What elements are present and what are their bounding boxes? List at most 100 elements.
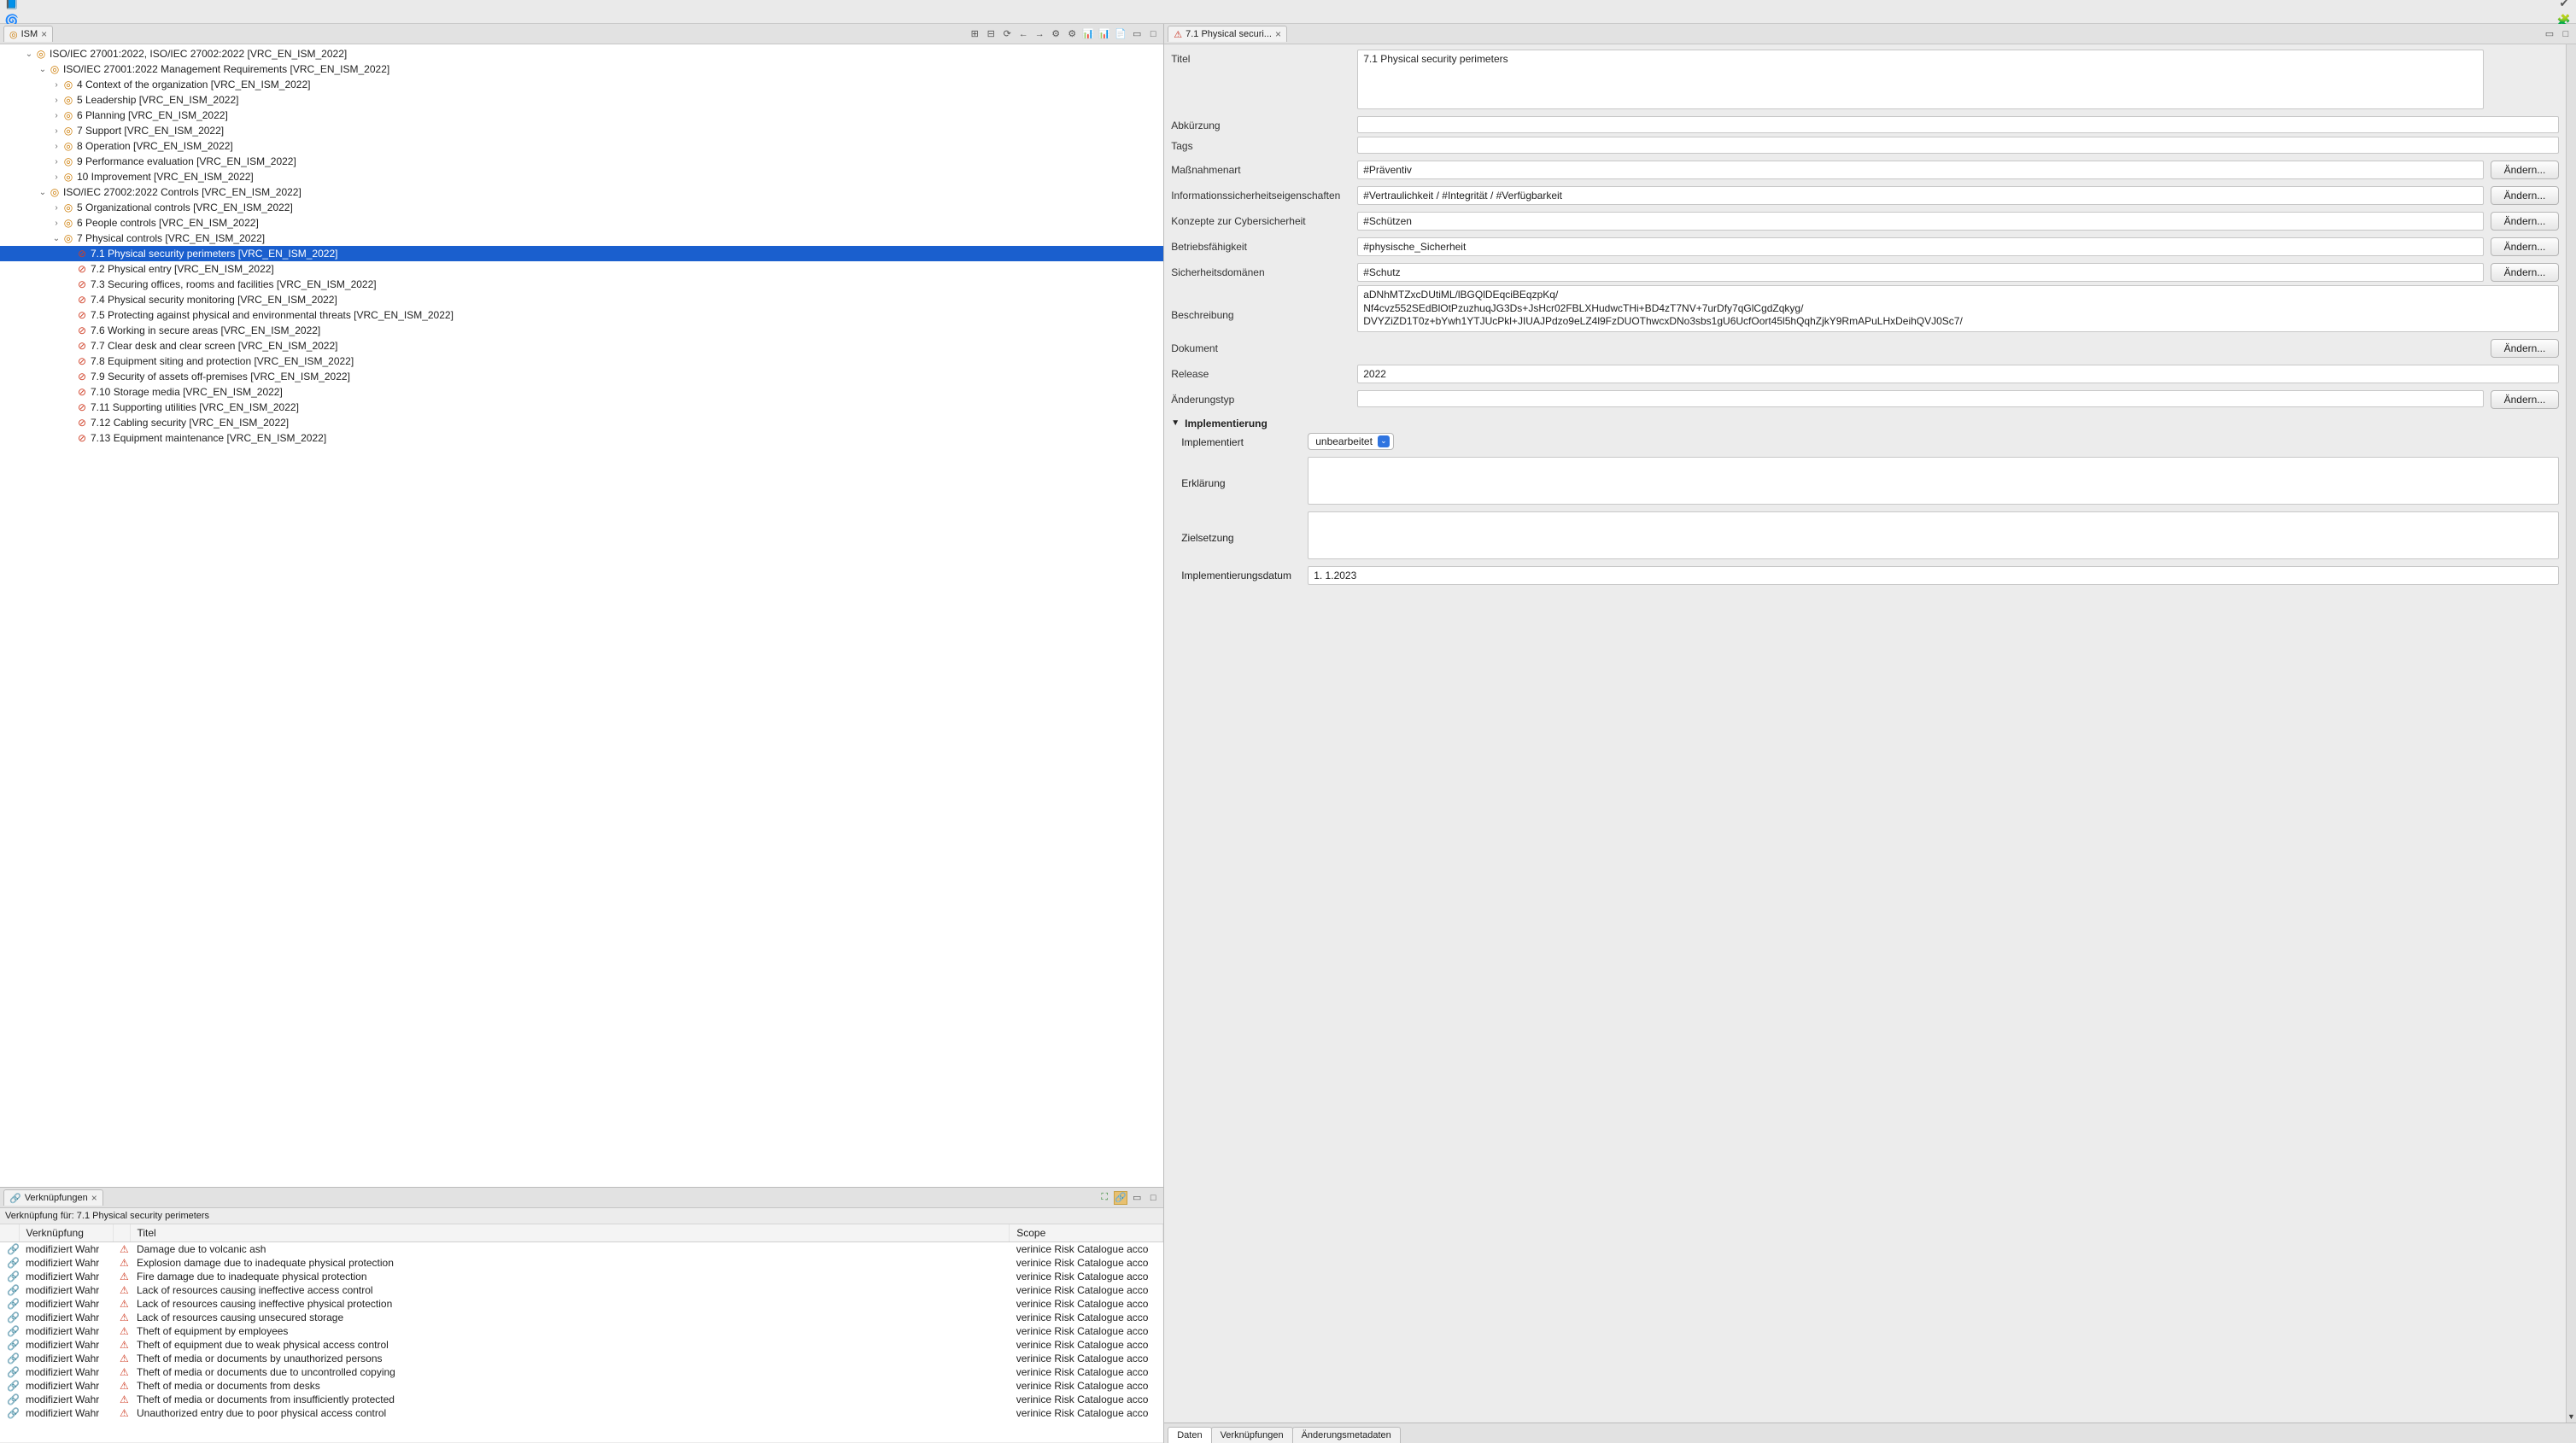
table-row[interactable]: 🔗modifiziert Wahr⚠Lack of resources caus… xyxy=(0,1311,1163,1324)
editor-tab[interactable]: ⚠ 7.1 Physical securi... × xyxy=(1168,26,1287,42)
field-release[interactable]: 2022 xyxy=(1357,365,2559,383)
tree-row[interactable]: ›◎4 Context of the organization [VRC_EN_… xyxy=(0,77,1163,92)
tree-row[interactable]: ›◎6 Planning [VRC_EN_ISM_2022] xyxy=(0,108,1163,123)
close-icon[interactable]: × xyxy=(41,28,47,40)
chart2-icon[interactable]: 📊 xyxy=(1098,27,1111,41)
change-secdom-button[interactable]: Ändern... xyxy=(2491,263,2559,282)
chevron-right-icon[interactable]: › xyxy=(51,203,61,213)
minimize-icon[interactable]: ▭ xyxy=(1130,27,1144,41)
table-row[interactable]: 🔗modifiziert Wahr⚠Theft of media or docu… xyxy=(0,1365,1163,1379)
expand-icon[interactable]: ⛶ xyxy=(1098,1191,1111,1205)
links-table[interactable]: Verknüpfung Titel Scope 🔗modifiziert Wah… xyxy=(0,1224,1163,1442)
field-secdom[interactable]: #Schutz xyxy=(1357,263,2484,282)
field-explanation[interactable] xyxy=(1308,457,2559,505)
forward-icon[interactable]: → xyxy=(1033,27,1046,41)
col-relation[interactable]: Verknüpfung xyxy=(19,1224,113,1242)
field-tags[interactable] xyxy=(1357,137,2559,154)
tree-row[interactable]: ⊘7.7 Clear desk and clear screen [VRC_EN… xyxy=(0,338,1163,353)
tree-row[interactable]: ⌄◎7 Physical controls [VRC_EN_ISM_2022] xyxy=(0,231,1163,246)
filter2-icon[interactable]: ⚙ xyxy=(1065,27,1079,41)
minimize-icon[interactable]: ▭ xyxy=(1130,1191,1144,1205)
maximize-icon[interactable]: □ xyxy=(1146,1191,1160,1205)
tree-row[interactable]: ⌄◎ISO/IEC 27001:2022 Management Requirem… xyxy=(0,61,1163,77)
table-row[interactable]: 🔗modifiziert Wahr⚠Fire damage due to ina… xyxy=(0,1270,1163,1283)
change-infosec-button[interactable]: Ändern... xyxy=(2491,186,2559,205)
change-changetype-button[interactable]: Ändern... xyxy=(2491,390,2559,409)
field-title[interactable]: 7.1 Physical security perimeters xyxy=(1357,50,2484,109)
col-scope[interactable]: Scope xyxy=(1010,1224,1163,1242)
table-row[interactable]: 🔗modifiziert Wahr⚠Theft of media or docu… xyxy=(0,1393,1163,1406)
scrollbar[interactable]: ▼ xyxy=(2566,44,2576,1423)
field-impldate[interactable]: 1. 1.2023 xyxy=(1308,566,2559,585)
tree-row[interactable]: ›◎6 People controls [VRC_EN_ISM_2022] xyxy=(0,215,1163,231)
field-cyber[interactable]: #Schützen xyxy=(1357,212,2484,231)
table-row[interactable]: 🔗modifiziert Wahr⚠Damage due to volcanic… xyxy=(0,1242,1163,1257)
table-row[interactable]: 🔗modifiziert Wahr⚠Theft of media or docu… xyxy=(0,1352,1163,1365)
filter-icon[interactable]: ⚙ xyxy=(1049,27,1063,41)
field-goal[interactable] xyxy=(1308,511,2559,559)
tree-row[interactable]: ⊘7.3 Securing offices, rooms and facilit… xyxy=(0,277,1163,292)
chevron-right-icon[interactable]: › xyxy=(51,80,61,90)
tree-row[interactable]: ›◎8 Operation [VRC_EN_ISM_2022] xyxy=(0,138,1163,154)
table-row[interactable]: 🔗modifiziert Wahr⚠Explosion damage due t… xyxy=(0,1256,1163,1270)
chevron-right-icon[interactable]: › xyxy=(51,219,61,228)
close-icon[interactable]: × xyxy=(1275,28,1281,40)
editor-body[interactable]: Titel 7.1 Physical security perimeters A… xyxy=(1164,44,2566,1423)
tree-row[interactable]: ›◎5 Leadership [VRC_EN_ISM_2022] xyxy=(0,92,1163,108)
tree-row[interactable]: ⊘7.2 Physical entry [VRC_EN_ISM_2022] xyxy=(0,261,1163,277)
link-toggle-icon[interactable]: 🔗 xyxy=(1114,1191,1127,1205)
chevron-right-icon[interactable]: › xyxy=(51,172,61,182)
maximize-icon[interactable]: □ xyxy=(1146,27,1160,41)
change-opcap-button[interactable]: Ändern... xyxy=(2491,237,2559,256)
chevron-right-icon[interactable]: › xyxy=(51,111,61,120)
chart1-icon[interactable]: 📊 xyxy=(1081,27,1095,41)
toolbar-button-15[interactable]: 📘 xyxy=(3,0,20,12)
tab-changemeta[interactable]: Änderungsmetadaten xyxy=(1292,1427,1401,1443)
chevron-down-icon[interactable]: ⌄ xyxy=(51,234,61,243)
ism-tab[interactable]: ◎ ISM × xyxy=(3,26,53,42)
chevron-down-icon[interactable]: ⌄ xyxy=(24,50,34,59)
chevron-right-icon[interactable]: › xyxy=(51,96,61,105)
table-row[interactable]: 🔗modifiziert Wahr⚠Theft of equipment by … xyxy=(0,1324,1163,1338)
tab-links[interactable]: Verknüpfungen xyxy=(1211,1427,1293,1443)
select-implemented[interactable]: unbearbeitet ⌄ xyxy=(1308,433,1394,450)
tree-row[interactable]: ⊘7.1 Physical security perimeters [VRC_E… xyxy=(0,246,1163,261)
tree-row[interactable]: ›◎9 Performance evaluation [VRC_EN_ISM_2… xyxy=(0,154,1163,169)
tree-row[interactable]: ⊘7.11 Supporting utilities [VRC_EN_ISM_2… xyxy=(0,400,1163,415)
field-abbr[interactable] xyxy=(1357,116,2559,133)
tab-data[interactable]: Daten xyxy=(1168,1427,1211,1443)
col-title[interactable]: Titel xyxy=(130,1224,1010,1242)
minimize-icon[interactable]: ▭ xyxy=(2543,27,2556,41)
field-measure[interactable]: #Präventiv xyxy=(1357,161,2484,179)
tree-row[interactable]: ›◎7 Support [VRC_EN_ISM_2022] xyxy=(0,123,1163,138)
maximize-icon[interactable]: □ xyxy=(2559,27,2573,41)
field-infosec[interactable]: #Vertraulichkeit / #Integrität / #Verfüg… xyxy=(1357,186,2484,205)
back-icon[interactable]: ← xyxy=(1016,27,1030,41)
table-row[interactable]: 🔗modifiziert Wahr⚠Theft of media or docu… xyxy=(0,1379,1163,1393)
chevron-down-icon[interactable]: ⌄ xyxy=(38,65,48,74)
change-measure-button[interactable]: Ändern... xyxy=(2491,161,2559,179)
tree-row[interactable]: ⊘7.8 Equipment siting and protection [VR… xyxy=(0,353,1163,369)
section-implementation[interactable]: ▼ Implementierung xyxy=(1171,412,2559,433)
collapse-all-icon[interactable]: ⊟ xyxy=(984,27,998,41)
tree-row[interactable]: ⊘7.5 Protecting against physical and env… xyxy=(0,307,1163,323)
field-changetype[interactable] xyxy=(1357,390,2484,407)
tree-row[interactable]: ⊘7.10 Storage media [VRC_EN_ISM_2022] xyxy=(0,384,1163,400)
tree-row[interactable]: ›◎5 Organizational controls [VRC_EN_ISM_… xyxy=(0,200,1163,215)
chevron-right-icon[interactable]: › xyxy=(51,157,61,166)
tree-row[interactable]: ⊘7.13 Equipment maintenance [VRC_EN_ISM_… xyxy=(0,430,1163,446)
doc-icon[interactable]: 📄 xyxy=(1114,27,1127,41)
tree-body[interactable]: ⌄◎ISO/IEC 27001:2022, ISO/IEC 27002:2022… xyxy=(0,44,1163,1187)
change-cyber-button[interactable]: Ändern... xyxy=(2491,212,2559,231)
close-icon[interactable]: × xyxy=(91,1192,97,1204)
refresh-icon[interactable]: ⟳ xyxy=(1000,27,1014,41)
toolbar-right-button-1[interactable]: ✔ xyxy=(2556,0,2573,12)
chevron-down-icon[interactable]: ⌄ xyxy=(38,188,48,197)
chevron-right-icon[interactable]: › xyxy=(51,126,61,136)
field-opcap[interactable]: #physische_Sicherheit xyxy=(1357,237,2484,256)
table-row[interactable]: 🔗modifiziert Wahr⚠Lack of resources caus… xyxy=(0,1297,1163,1311)
links-tab[interactable]: 🔗 Verknüpfungen × xyxy=(3,1189,103,1206)
expand-all-icon[interactable]: ⊞ xyxy=(968,27,981,41)
tree-row[interactable]: ⊘7.9 Security of assets off-premises [VR… xyxy=(0,369,1163,384)
tree-row[interactable]: ›◎10 Improvement [VRC_EN_ISM_2022] xyxy=(0,169,1163,184)
